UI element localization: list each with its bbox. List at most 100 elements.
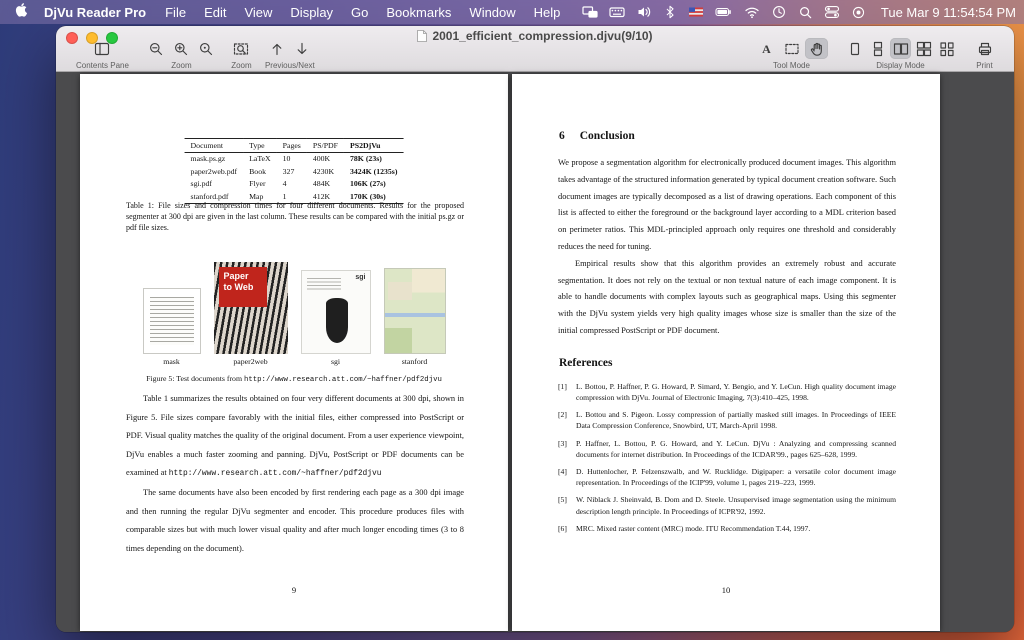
reference-label: [1] <box>558 381 567 391</box>
menu-view[interactable]: View <box>235 5 281 20</box>
reference-item: [5] W. Niblack J. Sheinvald, B. Dom and … <box>558 494 896 516</box>
table-cell: mask.ps.gz <box>190 154 226 163</box>
app-menu-title[interactable]: DjVu Reader Pro <box>34 5 156 20</box>
apple-menu[interactable] <box>8 2 34 22</box>
figure-image-mask <box>142 288 201 354</box>
table-cell: 78K (23s) <box>350 154 382 163</box>
print-button[interactable] <box>973 38 996 59</box>
reference-label: [5] <box>558 495 567 505</box>
display-mode-label: Display Mode <box>876 61 925 70</box>
menu-go[interactable]: Go <box>342 5 377 20</box>
paragraph-text: Table 1 summarizes the results obtained … <box>126 394 464 478</box>
figure-image-label: paper2web <box>233 357 268 366</box>
results-table: Document Type Pages PS/PDF PS2DjVu mask.… <box>184 138 404 204</box>
sgi-vase-shape <box>325 298 348 343</box>
battery-icon[interactable] <box>715 4 733 20</box>
figure-image-label: sgi <box>330 357 341 366</box>
menu-edit[interactable]: Edit <box>195 5 235 20</box>
table-cell: 10 <box>282 154 291 163</box>
two-pages-icon <box>893 41 909 57</box>
figure-caption-url: http://www.research.att.com/~haffner/pdf… <box>243 376 442 384</box>
minimize-button[interactable] <box>86 32 98 44</box>
contents-pane-label: Contents Pane <box>76 61 129 70</box>
volume-icon[interactable] <box>636 4 652 20</box>
menu-bookmarks[interactable]: Bookmarks <box>377 5 460 20</box>
close-button[interactable] <box>66 32 78 44</box>
section-number: 6 <box>559 130 565 142</box>
figure-caption-text: Figure 5: Test documents from <box>146 374 244 383</box>
menu-help[interactable]: Help <box>525 5 570 20</box>
sgi-text-lines <box>306 278 341 291</box>
paragraph: The same documents have also been encode… <box>126 487 464 553</box>
siri-icon[interactable] <box>851 5 866 20</box>
page-9-body: Table 1 summarizes the results obtained … <box>126 390 464 558</box>
menubar-clock[interactable]: Tue Mar 9 11:54:54 PM <box>881 5 1016 20</box>
wifi-icon[interactable] <box>744 4 760 20</box>
menu-status-area: Tue Mar 9 11:54:54 PM <box>582 4 1016 20</box>
document-icon <box>417 30 428 42</box>
paper2web-cover-line2: to Web <box>223 282 254 292</box>
two-pages-continuous-mode-button[interactable] <box>913 38 934 59</box>
keyboard-icon[interactable] <box>609 4 625 20</box>
zoom-out-button[interactable] <box>145 38 168 59</box>
reference-text: L. Bottou and S. Pigeon. Lossy compressi… <box>576 410 896 431</box>
menu-display[interactable]: Display <box>281 5 342 20</box>
table-row: mask.ps.gz LaTeX 10 400K 78K (23s) <box>185 152 404 165</box>
reference-item: [4] D. Huttenlocher, P. Felzenszwalb, an… <box>558 466 896 488</box>
bluetooth-icon[interactable] <box>663 4 677 20</box>
figure-image-stanford <box>383 268 446 354</box>
menu-file[interactable]: File <box>156 5 195 20</box>
document-view[interactable]: Document Type Pages PS/PDF PS2DjVu mask.… <box>56 72 1014 632</box>
paragraph-url: http://www.research.att.com/~haffner/pdf… <box>168 469 382 479</box>
input-source-flag-icon[interactable] <box>688 4 704 20</box>
window-title: 2001_efficient_compression.djvu(9/10) <box>176 28 894 44</box>
table-cell: 4 <box>282 179 287 188</box>
sgi-logo-text: sgi <box>355 274 366 281</box>
clock-icon[interactable] <box>771 4 787 20</box>
table-cell: 3424K (1235s) <box>350 166 398 176</box>
figure-5: mask Paper to Web paper2web sgi sgi stan… <box>116 262 472 366</box>
reference-text: L. Bottou, P. Haffner, P. G. Howard, P. … <box>576 381 896 402</box>
grid-view-mode-button[interactable] <box>936 38 957 59</box>
apple-icon <box>15 2 28 22</box>
section-heading: 6 Conclusion <box>559 130 896 142</box>
two-pages-continuous-icon <box>916 41 932 57</box>
table-cell: LaTeX <box>249 154 271 163</box>
paragraph: Table 1 summarizes the results obtained … <box>126 390 464 484</box>
paragraph: Empirical results show that this algorit… <box>558 258 896 335</box>
table-cell: Book <box>249 166 267 176</box>
figure-item-mask: mask <box>142 288 201 366</box>
marquee-zoom-label: Zoom <box>231 61 252 70</box>
reference-text: P. Haffner, L. Bottou, P. G. Howard, and… <box>576 438 896 459</box>
paper2web-cover-line1: Paper <box>223 271 249 281</box>
paper2web-cover: Paper to Web <box>218 267 267 307</box>
reference-text: D. Huttenlocher, P. Felzenszwalb, and W.… <box>576 466 896 488</box>
table-header-row: Document Type Pages PS/PDF PS2DjVu <box>184 138 404 153</box>
table-caption: Table 1: File sizes and compression time… <box>126 201 464 232</box>
menu-window[interactable]: Window <box>460 5 524 20</box>
reference-text: W. Niblack J. Sheinvald, B. Dom and D. S… <box>576 495 896 516</box>
table-row: paper2web.pdf Book 327 4230K 3424K (1235… <box>185 165 404 178</box>
grid-view-icon <box>939 41 955 57</box>
window-title-text: 2001_efficient_compression.djvu(9/10) <box>432 29 653 43</box>
page-number: 9 <box>291 585 297 595</box>
display-icon[interactable] <box>582 4 598 20</box>
figure-item-stanford: stanford <box>383 268 446 366</box>
spotlight-icon[interactable] <box>798 5 813 20</box>
table-cell: 484K <box>312 179 331 188</box>
page-9: Document Type Pages PS/PDF PS2DjVu mask.… <box>80 74 508 631</box>
table-cell: Flyer <box>249 179 266 188</box>
figure-item-paper2web: Paper to Web paper2web <box>213 262 288 366</box>
fullscreen-button[interactable] <box>106 32 118 44</box>
table-header-cell: PS/PDF <box>306 138 345 153</box>
reference-item: [1] L. Bottou, P. Haffner, P. G. Howard,… <box>558 381 896 403</box>
table-cell: 106K (27s) <box>350 179 386 188</box>
text-tool-icon: A <box>762 41 771 56</box>
zoom-label: Zoom <box>171 61 192 70</box>
figure-item-sgi: sgi sgi <box>300 270 371 366</box>
reference-label: [3] <box>558 438 567 448</box>
tool-mode-label: Tool Mode <box>773 61 810 70</box>
figure-image-sgi: sgi <box>300 270 371 354</box>
control-center-icon[interactable] <box>824 4 840 20</box>
reference-text: MRC. Mixed raster content (MRC) mode. IT… <box>576 523 811 533</box>
